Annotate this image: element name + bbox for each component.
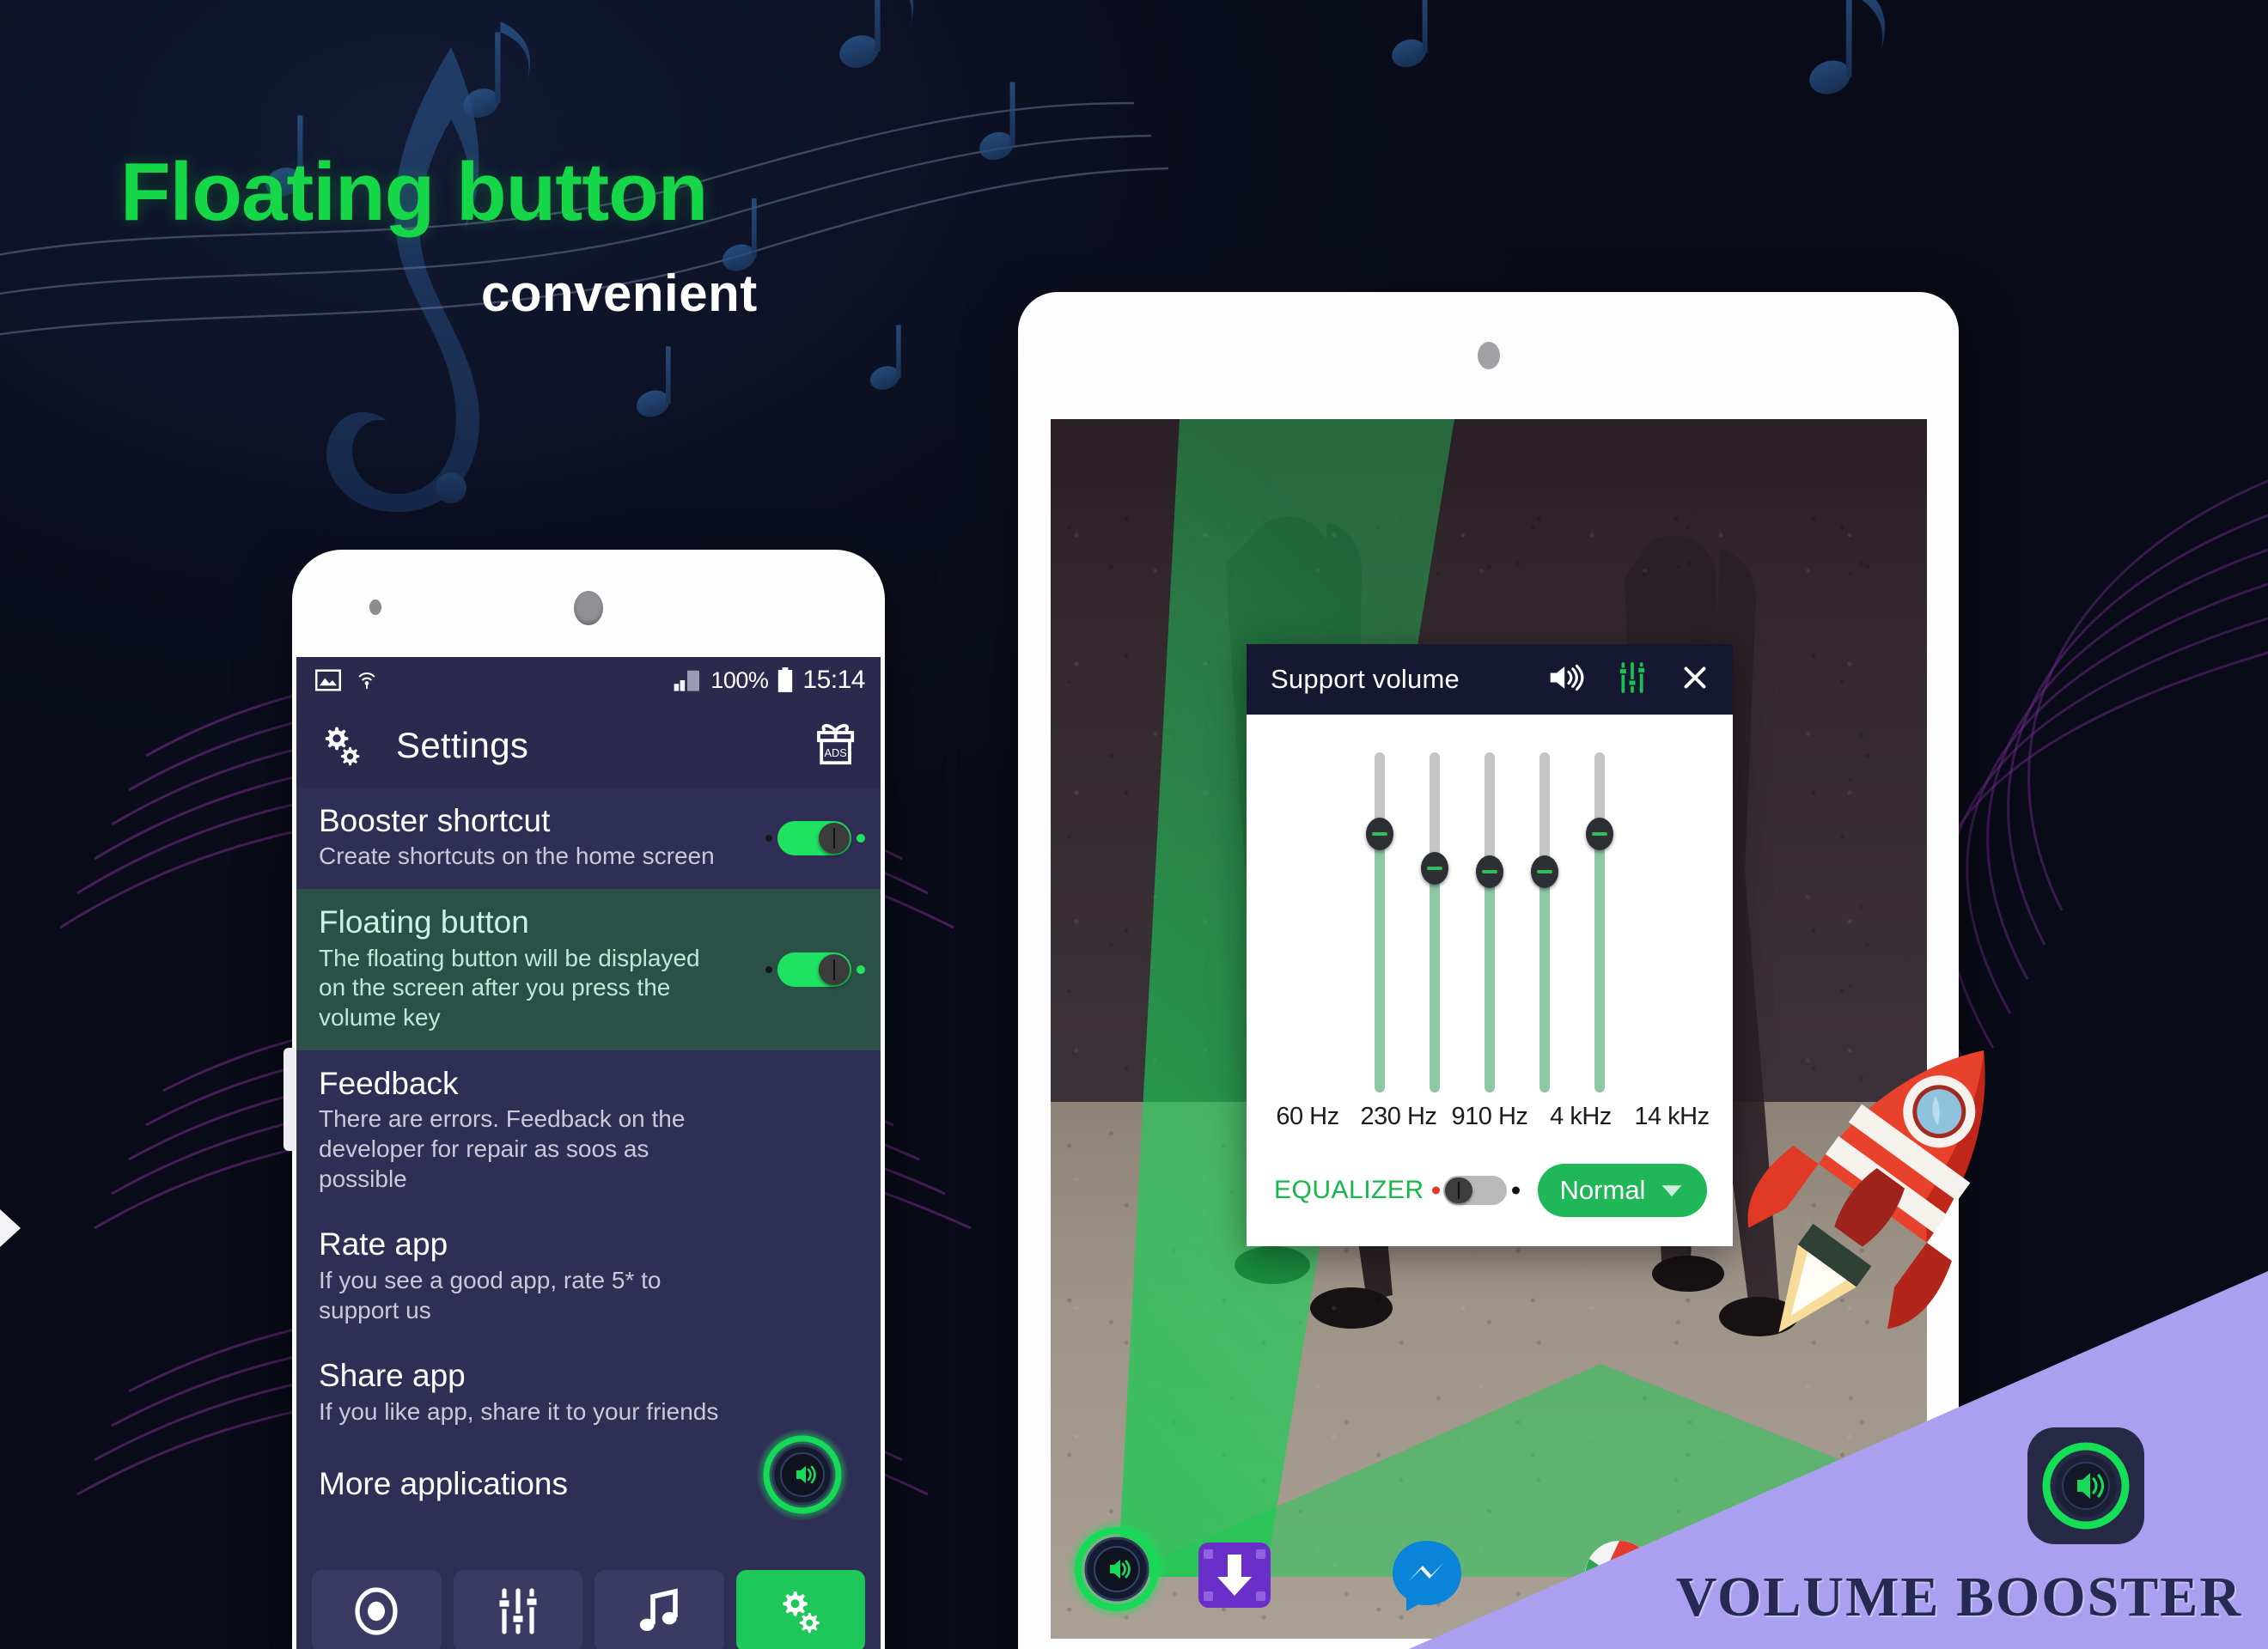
- dialog-body: 60 Hz 230 Hz 910 Hz 4 kHz 14 kHz EQUALIZ…: [1247, 715, 1733, 1246]
- toggle-knob: [819, 953, 850, 985]
- status-bar: 100% 15:14: [296, 657, 881, 703]
- equalizer-sliders: [1269, 744, 1710, 1092]
- phone-sensor: [369, 599, 381, 615]
- nav-button-equalizer[interactable]: [453, 1570, 582, 1649]
- freq-label: 230 Hz: [1360, 1103, 1437, 1130]
- row-title: More applications: [319, 1466, 568, 1502]
- eq-slider-60hz[interactable]: [1366, 752, 1393, 1092]
- dialog-title: Support volume: [1271, 664, 1460, 694]
- gears-icon: [325, 727, 360, 766]
- brand-name: VOLUME BOOSTER: [1675, 1566, 2242, 1628]
- promo-stage: Floating button convenient 100% 15:14 Se…: [0, 0, 2268, 1649]
- settings-row-feedback[interactable]: Feedback There are errors. Feedback on t…: [296, 1050, 881, 1212]
- volume-rocker[interactable]: [284, 1048, 296, 1151]
- toggle-dot-right: [857, 834, 865, 843]
- settings-row-rate-app[interactable]: Rate app If you see a good app, rate 5* …: [296, 1211, 881, 1343]
- volume-booster-app-icon: [2026, 1426, 2146, 1546]
- toggle-dot-left: [765, 835, 772, 843]
- toggle-dot-left: [1431, 1186, 1440, 1195]
- page-title: Settings: [396, 725, 529, 765]
- row-subtitle: Create shortcuts on the home screen: [319, 843, 715, 870]
- close-icon[interactable]: [1680, 662, 1710, 697]
- phone-camera: [574, 591, 603, 625]
- settings-row-floating-button[interactable]: Floating button The floating button will…: [296, 889, 881, 1050]
- preset-value: Normal: [1559, 1175, 1646, 1205]
- gears-icon: [783, 1591, 820, 1634]
- equalizer-toggle[interactable]: [1431, 1176, 1520, 1205]
- phone-screen: 100% 15:14 Settings ADS Booster shortcut…: [296, 657, 881, 1649]
- equalizer-sliders-icon: [497, 1588, 539, 1634]
- eq-slider-910hz[interactable]: [1476, 752, 1503, 1092]
- freq-label: 60 Hz: [1276, 1103, 1339, 1130]
- freq-label: 14 kHz: [1634, 1103, 1710, 1130]
- signal-bars-icon: [674, 670, 700, 691]
- status-time: 15:14: [802, 666, 865, 694]
- freq-label: 4 kHz: [1550, 1103, 1612, 1130]
- eq-slider-14khz[interactable]: [1586, 752, 1613, 1092]
- tablet-camera: [1477, 342, 1500, 369]
- row-subtitle: There are errors. Feedback on the develo…: [319, 1105, 686, 1192]
- eq-slider-4khz[interactable]: [1531, 752, 1558, 1092]
- settings-row-booster-shortcut[interactable]: Booster shortcut Create shortcuts on the…: [296, 788, 881, 890]
- gift-ads-icon[interactable]: ADS: [814, 720, 858, 772]
- frequency-labels: 60 Hz 230 Hz 910 Hz 4 kHz 14 kHz: [1269, 1103, 1710, 1131]
- bottom-nav: [296, 1556, 881, 1649]
- battery-icon: [778, 667, 793, 692]
- toggle-knob: [819, 823, 850, 855]
- row-title: Rate app: [319, 1226, 448, 1263]
- toggle-dot-left: [765, 965, 772, 973]
- freq-label: 910 Hz: [1451, 1103, 1528, 1130]
- app-header: Settings ADS: [296, 703, 881, 788]
- page-title: Floating button: [120, 146, 708, 238]
- chevron-down-icon: [1659, 1175, 1685, 1206]
- pointer-arrow: [0, 1209, 21, 1247]
- ads-label: ADS: [824, 745, 846, 758]
- picture-icon: [315, 669, 341, 691]
- equalizer-control-row: EQUALIZER Normal: [1269, 1164, 1710, 1224]
- equalizer-label: EQUALIZER: [1274, 1176, 1424, 1204]
- toggle-knob: [1444, 1177, 1472, 1203]
- row-title: Feedback: [319, 1065, 459, 1101]
- phone-device: 100% 15:14 Settings ADS Booster shortcut…: [284, 550, 885, 1649]
- preset-dropdown[interactable]: Normal: [1537, 1164, 1707, 1217]
- equalizer-sliders-icon[interactable]: [1616, 660, 1649, 699]
- eq-slider-230hz[interactable]: [1421, 752, 1448, 1092]
- toggle-floating-button[interactable]: [765, 952, 865, 987]
- toggle-dot-right: [857, 964, 865, 974]
- row-subtitle: If you see a good app, rate 5* to suppor…: [319, 1266, 662, 1323]
- music-note-icon: [640, 1588, 679, 1631]
- brand-corner: VOLUME BOOSTER: [1409, 1271, 2268, 1649]
- speaker-volume-icon[interactable]: [1547, 661, 1585, 698]
- support-volume-dialog: Support volume 60 Hz 230 Hz 910 Hz 4 kHz…: [1247, 644, 1733, 1246]
- nav-button-settings[interactable]: [735, 1570, 865, 1649]
- nav-button-booster[interactable]: [312, 1570, 442, 1649]
- nav-button-music[interactable]: [594, 1570, 724, 1649]
- battery-percent: 100%: [710, 666, 769, 693]
- volume-floating-button-icon[interactable]: [755, 1427, 850, 1522]
- toggle-dot-right: [1511, 1186, 1520, 1195]
- volume-floating-button-icon[interactable]: [1066, 1518, 1168, 1620]
- video-downloader-icon[interactable]: [1195, 1536, 1274, 1615]
- row-subtitle: If you like app, share it to your friend…: [319, 1397, 719, 1425]
- toggle-booster-shortcut[interactable]: [765, 821, 865, 856]
- volume-knob-icon: [355, 1587, 398, 1635]
- wifi-cast-icon: [358, 672, 375, 689]
- row-title: Share app: [319, 1358, 466, 1394]
- page-subtitle: convenient: [481, 265, 758, 322]
- row-subtitle: The floating button will be displayed on…: [319, 944, 700, 1031]
- dialog-header: Support volume: [1247, 644, 1733, 715]
- row-title: Floating button: [319, 904, 529, 940]
